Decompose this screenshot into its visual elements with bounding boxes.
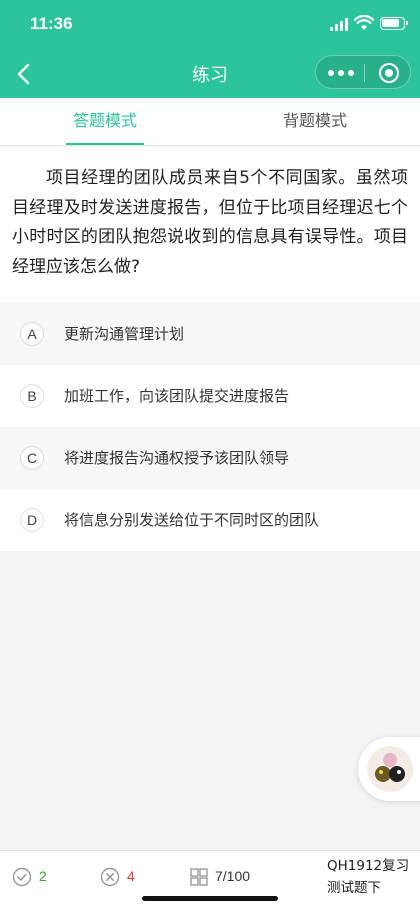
header-bar: 11:36 练习 — [0, 0, 420, 98]
option-letter: C — [20, 446, 44, 470]
question-text: 项目经理的团队成员来自5个不同国家。虽然项目经理及时发送进度报告，但位于比项目经… — [12, 168, 408, 277]
tab-answer-mode[interactable]: 答题模式 — [0, 98, 210, 146]
option-letter: D — [20, 508, 44, 532]
progress-counter[interactable]: 7/100 — [215, 868, 250, 884]
close-target-icon[interactable] — [379, 63, 399, 83]
answer-sheet-grid-icon[interactable] — [189, 867, 209, 887]
wrong-count: 4 — [127, 868, 135, 884]
option-text: 加班工作，向该团队提交进度报告 — [64, 387, 290, 405]
mini-program-capsule — [315, 55, 411, 89]
correct-count: 2 — [39, 868, 47, 884]
option-text: 将进度报告沟通权授予该团队领导 — [64, 449, 290, 467]
battery-icon — [380, 17, 408, 30]
option-text: 将信息分别发送给位于不同时区的团队 — [64, 511, 320, 529]
capsule-divider — [364, 64, 365, 82]
exam-title-line-2: 测试题下 — [327, 880, 381, 896]
tab-review-mode[interactable]: 背题模式 — [210, 98, 420, 146]
option-a[interactable]: A 更新沟通管理计划 — [0, 303, 420, 365]
bottom-bar: 2 4 7/100 QH1912复习 测试题下 — [0, 850, 420, 910]
status-bar: 11:36 — [0, 0, 420, 50]
home-indicator — [142, 896, 278, 901]
option-letter: B — [20, 384, 44, 408]
floating-assistant-button[interactable] — [358, 737, 420, 801]
correct-icon — [12, 867, 32, 887]
wrong-icon — [100, 867, 120, 887]
option-letter: A — [20, 322, 44, 346]
option-d[interactable]: D 将信息分别发送给位于不同时区的团队 — [0, 489, 420, 551]
assistant-avatar-icon — [367, 746, 413, 792]
status-time: 11:36 — [30, 14, 73, 33]
active-tab-indicator — [66, 143, 144, 145]
option-c[interactable]: C 将进度报告沟通权授予该团队领导 — [0, 427, 420, 489]
option-text: 更新沟通管理计划 — [64, 325, 185, 343]
option-b[interactable]: B 加班工作，向该团队提交进度报告 — [0, 365, 420, 427]
wifi-icon — [354, 15, 374, 30]
exam-title: QH1912复习 测试题下 — [327, 855, 411, 899]
mode-tabs: 答题模式 背题模式 — [0, 98, 420, 146]
more-icon[interactable] — [328, 68, 354, 78]
question-card: 项目经理的团队成员来自5个不同国家。虽然项目经理及时发送进度报告，但位于比项目经… — [0, 147, 420, 302]
signal-icon — [330, 18, 350, 31]
exam-title-line-1: QH1912复习 — [327, 858, 410, 874]
